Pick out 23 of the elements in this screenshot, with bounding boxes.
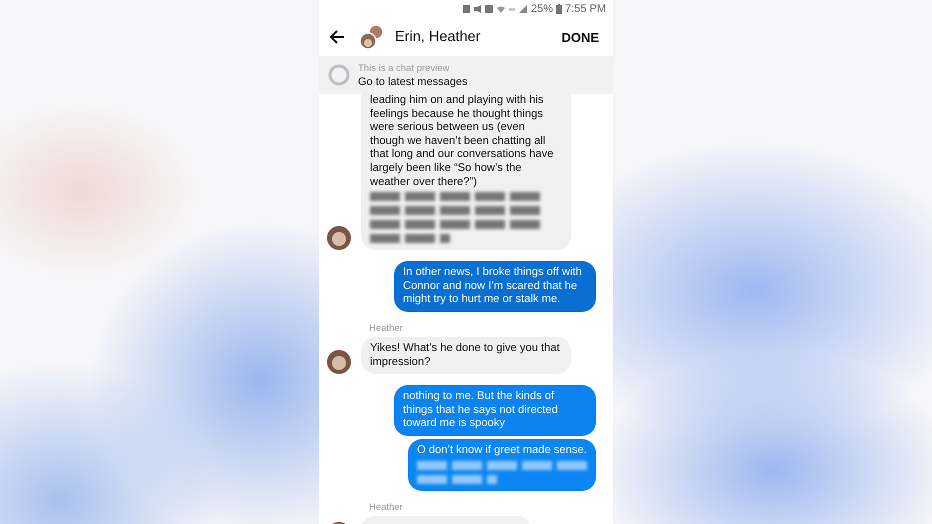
back-button[interactable] (329, 30, 345, 44)
signal-icon (519, 4, 528, 14)
sender-name: Heather (369, 322, 404, 334)
done-button[interactable]: DONE (561, 30, 599, 44)
latest-messages-link[interactable]: Go to latest messages (358, 76, 468, 88)
preview-caption: This is a chat preview (358, 62, 450, 74)
avatar (327, 226, 351, 250)
mute-icon (474, 4, 482, 14)
message-text: O don’t know if greet made sense. (417, 444, 587, 456)
battery-icon (556, 4, 562, 14)
message-text: In other news, I broke things off with Connor and now I’m scared that he might try to hurt me or stalk me. (403, 266, 582, 306)
chat-title: Erin, Heather (395, 29, 482, 45)
wifi-icon (497, 4, 506, 14)
clock: 7:55 PM (565, 3, 606, 15)
avatar (327, 350, 351, 374)
back-arrow-icon (329, 30, 345, 44)
battery-percent: 25% (531, 3, 554, 15)
sender-name: Heather (369, 502, 404, 512)
message-text: leading him on and playing with his feelings because he thought things were serious between us (even though we haven’t been chatting all that long and our conversations have largely been like “So how’s the weather over there?”) (370, 94, 554, 188)
chat-ring-icon (328, 64, 350, 86)
message-text: nothing to me. But the kinds of things that he says not directed toward me is spooky (403, 390, 558, 430)
message-text: Yikes! What’s he done to give you that impression? (370, 342, 560, 368)
group-avatar (359, 24, 385, 50)
